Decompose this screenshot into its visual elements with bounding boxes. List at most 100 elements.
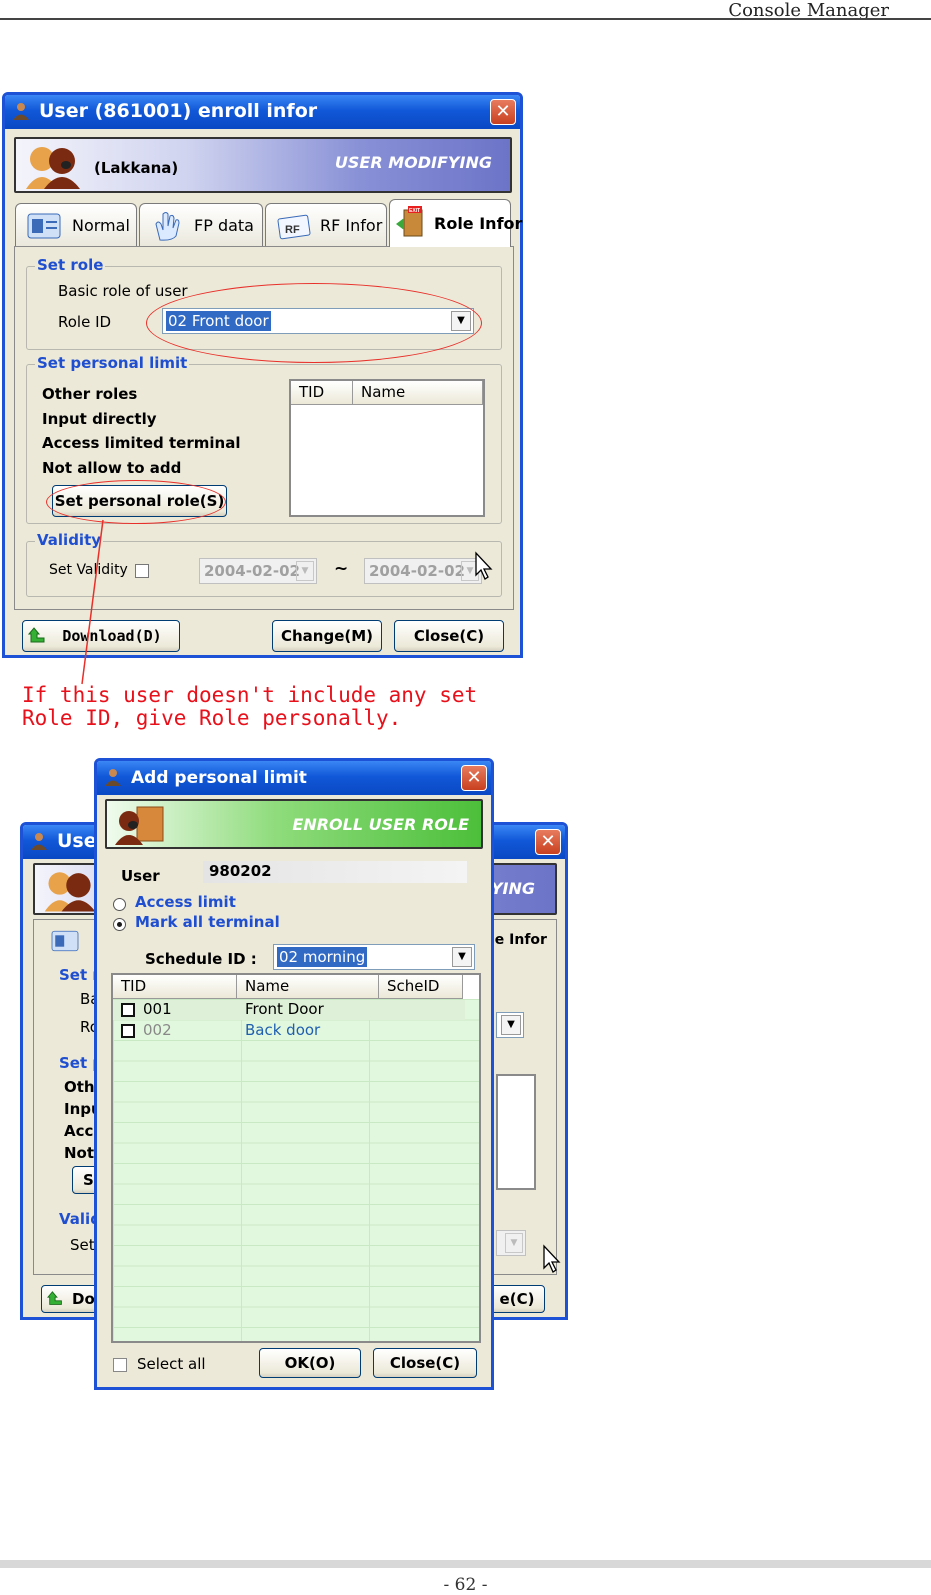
annotation-line-2: Role ID, give Role personally. [22,706,402,730]
chevron-down-icon[interactable]: ▼ [452,947,472,967]
background-role-select[interactable]: ▼ [496,1012,524,1038]
background-access: Acc [64,1122,94,1140]
column-header-schedid[interactable]: ScheID [379,975,463,999]
role-id-label: Role ID [58,313,112,331]
table-row[interactable]: 002 Back door [113,1021,465,1041]
column-header-name[interactable]: Name [237,975,379,999]
tid-name-list[interactable]: TID Name [289,379,485,517]
user-role-icon [115,806,164,845]
user-label: User [121,867,160,885]
tab-role-infor[interactable]: EXIT Role Infor [389,199,522,247]
column-header-tid[interactable]: TID [113,975,237,999]
download-arrow-icon [28,627,45,643]
table-row[interactable]: 001 Front Door [113,1000,465,1020]
enroll-role-label: ENROLL USER ROLE [292,815,469,834]
mouse-cursor-icon [475,551,493,580]
terminal-list-grid [113,999,479,1341]
tab-fp-data[interactable]: FP data [139,203,263,247]
mark-all-terminal-radio[interactable] [113,918,126,931]
role-id-highlight-ellipse [146,283,482,363]
background-download-label: Do [72,1290,95,1308]
validity-separator: ~ [334,559,349,579]
close-button[interactable]: Close(C) [394,620,504,652]
row-checkbox[interactable] [121,1024,135,1038]
select-all-checkbox[interactable] [113,1358,127,1372]
close-button[interactable]: Close(C) [373,1348,477,1378]
dialog2-titlebar[interactable]: Add personal limit [97,761,491,795]
close-icon[interactable]: ✕ [535,829,561,855]
row-name: Back door [245,1021,321,1039]
svg-text:EXIT: EXIT [409,208,420,214]
dialog2-title: Add personal limit [131,768,307,788]
access-limit-radio[interactable] [113,898,126,911]
background-validity-select[interactable]: ▼ [496,1230,526,1256]
annotation-line-1: If this user doesn't include any set [22,683,478,707]
validity-from-value: 2004-02-02 [204,562,300,580]
background-not: Not [64,1144,95,1162]
header-divider [0,18,931,20]
tab-rf-infor-label: RF Infor [320,216,383,235]
user-id-field[interactable]: 980202 [203,861,467,883]
schedule-id-value: 02 morning [277,947,368,967]
ok-button[interactable]: OK(O) [259,1348,361,1378]
close-icon[interactable]: ✕ [461,765,487,791]
user-icon [13,103,29,120]
select-all-label[interactable]: Select all [137,1355,206,1373]
row-checkbox[interactable] [121,1003,135,1017]
row-name: Front Door [245,1000,324,1018]
tab-rf-infor[interactable]: RF RF Infor [265,203,387,247]
basic-role-label: Basic role of user [58,282,188,300]
tab-normal-label: Normal [72,216,130,235]
enroll-role-banner: ENROLL USER ROLE [105,799,483,849]
schedule-id-select[interactable]: 02 morning ▼ [273,944,475,970]
access-limit-label[interactable]: Access limit [135,893,236,911]
row-tid: 001 [143,1000,172,1018]
background-download-button[interactable]: Do [41,1285,101,1313]
validity-from-select[interactable]: 2004-02-02 ▼ [199,558,317,584]
close-icon[interactable]: ✕ [490,99,516,125]
background-close-button[interactable]: e(C) [489,1285,545,1313]
column-header-name[interactable]: Name [353,381,483,405]
set-role-legend: Set role [35,256,106,274]
hand-icon [155,212,180,241]
download-arrow-icon [47,1291,62,1305]
dialog-titlebar[interactable]: User (861001) enroll infor [5,95,520,129]
set-validity-checkbox[interactable] [135,564,149,578]
page-number: - 62 - [443,1575,488,1595]
mark-all-terminal-label[interactable]: Mark all terminal [135,913,280,931]
change-button[interactable]: Change(M) [272,620,382,652]
tab-fp-data-label: FP data [194,216,254,235]
mouse-cursor-icon [543,1244,561,1273]
chevron-down-icon[interactable]: ▼ [296,561,314,581]
user-id-value: 980202 [209,862,272,880]
annotation-pointer-line [81,519,104,685]
personal-limit-legend: Set personal limit [35,354,190,372]
dialog-title: User (861001) enroll infor [39,100,318,122]
id-card-icon [27,213,61,239]
validity-to-value: 2004-02-02 [369,562,465,580]
tab-normal[interactable]: Normal [15,203,137,247]
personal-line-3: Access limited terminal [42,434,241,452]
validity-to-select[interactable]: 2004-02-02 ▼ [364,558,482,584]
background-title: Use [57,830,97,852]
footer-bar [0,1560,931,1568]
personal-line-1: Other roles [42,385,138,403]
tab-role-infor-label: Role Infor [434,214,523,233]
personal-line-2: Input directly [42,410,157,428]
exit-door-icon: EXIT [396,206,423,237]
background-tab-label: le Infor [490,932,547,948]
user-icon [105,769,121,786]
background-set: Set [70,1236,95,1254]
user-banner: (Lakkana) USER MODIFYING [14,137,512,193]
column-header-tid[interactable]: TID [291,381,353,405]
svg-text:RF: RF [285,224,300,236]
add-personal-limit-dialog: Add personal limit ✕ ENROLL USER ROLE Us… [94,758,494,1390]
background-mode-label: YING [490,879,535,898]
user-icon [31,833,47,850]
chevron-down-icon[interactable]: ▼ [501,1015,521,1035]
schedule-id-label: Schedule ID : [145,950,257,968]
terminal-list[interactable]: TID Name ScheID 001 Front Door 002 Back … [111,973,481,1343]
background-list[interactable] [496,1074,536,1190]
chevron-down-icon[interactable]: ▼ [505,1233,523,1253]
users-avatar-icon [26,147,80,189]
